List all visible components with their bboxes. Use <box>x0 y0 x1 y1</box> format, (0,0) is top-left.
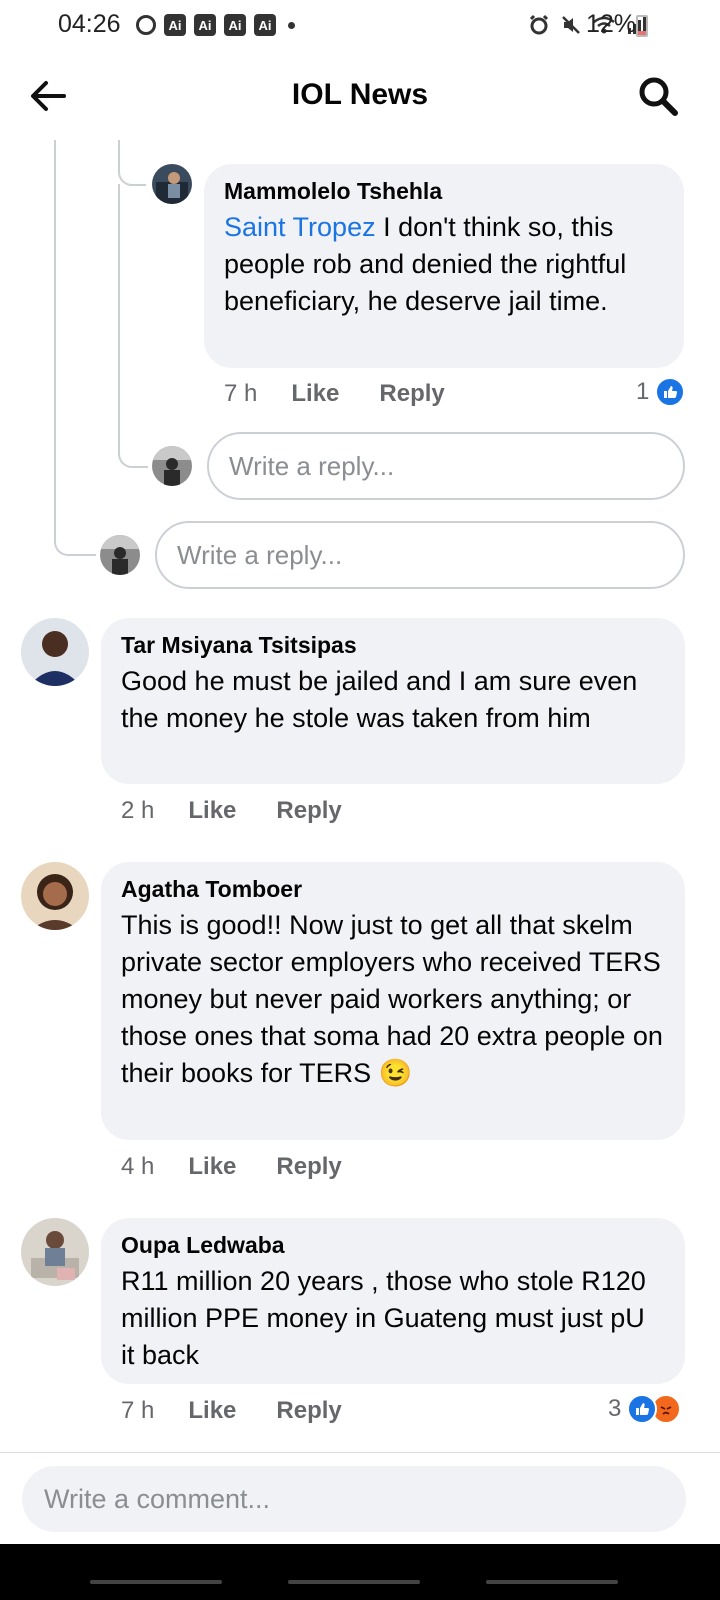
reaction-count: 3 <box>608 1395 622 1422</box>
reply-input[interactable]: Write a reply... <box>207 432 685 500</box>
comment-author[interactable]: Oupa Ledwaba <box>121 1232 665 1259</box>
status-time: 04:26 <box>58 10 121 38</box>
avatar[interactable] <box>21 1218 89 1286</box>
comment-author[interactable]: Agatha Tomboer <box>121 876 665 903</box>
thread-line <box>54 140 56 536</box>
comment-bubble: Tar Msiyana Tsitsipas Good he must be ja… <box>101 618 685 784</box>
comment-time[interactable]: 2 h <box>121 797 154 825</box>
avatar <box>100 535 140 575</box>
like-reaction-icon <box>655 377 686 407</box>
page-title: IOL News <box>291 78 429 111</box>
comment-bubble: Oupa Ledwaba R11 million 20 years , thos… <box>101 1218 685 1384</box>
comment-input[interactable]: Write a comment... <box>22 1466 686 1532</box>
like-button[interactable]: Like <box>188 1397 236 1425</box>
alarm-icon <box>529 14 549 35</box>
like-button[interactable]: Like <box>291 380 339 408</box>
comment-author[interactable]: Tar Msiyana Tsitsipas <box>121 632 665 659</box>
reply-input[interactable]: Write a reply... <box>155 521 685 589</box>
thread-line <box>118 184 120 450</box>
comment-time[interactable]: 4 h <box>121 1153 154 1181</box>
wink-emoji: 😉 <box>378 1058 413 1088</box>
avatar[interactable] <box>21 618 89 686</box>
nav-recents-handle[interactable] <box>90 1580 222 1584</box>
battery-icon <box>636 15 648 37</box>
divider <box>0 1452 720 1453</box>
reaction-summary[interactable]: 1 <box>636 377 686 407</box>
ai-badge-icon: Ai <box>254 14 276 36</box>
avatar[interactable] <box>152 164 192 204</box>
mention-link[interactable]: Saint Tropez <box>224 212 376 242</box>
search-icon[interactable] <box>636 74 680 118</box>
like-button[interactable]: Like <box>188 797 236 825</box>
comment-time[interactable]: 7 h <box>121 1397 154 1425</box>
avatar[interactable] <box>21 862 89 930</box>
reply-button[interactable]: Reply <box>276 1153 341 1181</box>
reply-button[interactable]: Reply <box>276 1397 341 1425</box>
status-bar: 04:26 Ai Ai Ai Ai 12% <box>0 0 720 56</box>
reply-button[interactable]: Reply <box>379 380 444 408</box>
battery-percent: 12% <box>586 10 637 38</box>
ai-badge-icon: Ai <box>164 14 186 36</box>
thread-connector <box>118 166 146 186</box>
comment-time[interactable]: 7 h <box>224 380 257 408</box>
system-nav-bar <box>0 1544 720 1600</box>
mute-icon <box>562 16 580 34</box>
ai-badge-icon: Ai <box>224 14 246 36</box>
thread-line <box>118 140 120 166</box>
comment-text: Good he must be jailed and I am sure eve… <box>121 666 638 733</box>
reply-button[interactable]: Reply <box>276 797 341 825</box>
comment-text: This is good!! Now just to get all that … <box>121 907 665 1092</box>
ai-badge-icon: Ai <box>194 14 216 36</box>
reaction-summary[interactable]: 3 <box>608 1394 682 1424</box>
comment-actions: 2 h Like Reply <box>121 797 342 825</box>
avatar <box>152 446 192 486</box>
thread-connector <box>118 450 148 468</box>
comment-text: R11 million 20 years , those who stole R… <box>121 1266 646 1370</box>
comment-actions: 7 h Like Reply <box>121 1397 342 1425</box>
comment-author[interactable]: Mammolelo Tshehla <box>224 178 664 205</box>
comment-bubble: Agatha Tomboer This is good!! Now just t… <box>101 862 685 1140</box>
like-reaction-icon <box>627 1394 658 1424</box>
comment-text: Saint Tropez I don't think so, this peop… <box>224 209 664 320</box>
reaction-count: 1 <box>636 378 650 405</box>
comment-actions: 7 h Like Reply <box>224 380 445 408</box>
app-header: IOL News <box>0 56 720 136</box>
notification-dot-icon <box>288 21 295 29</box>
nav-home-handle[interactable] <box>288 1580 420 1584</box>
nav-back-handle[interactable] <box>486 1580 618 1584</box>
sync-icon <box>136 15 156 35</box>
like-button[interactable]: Like <box>188 1153 236 1181</box>
comment-actions: 4 h Like Reply <box>121 1153 342 1181</box>
comment-bubble: Mammolelo Tshehla Saint Tropez I don't t… <box>204 164 684 368</box>
thread-connector <box>54 536 96 556</box>
